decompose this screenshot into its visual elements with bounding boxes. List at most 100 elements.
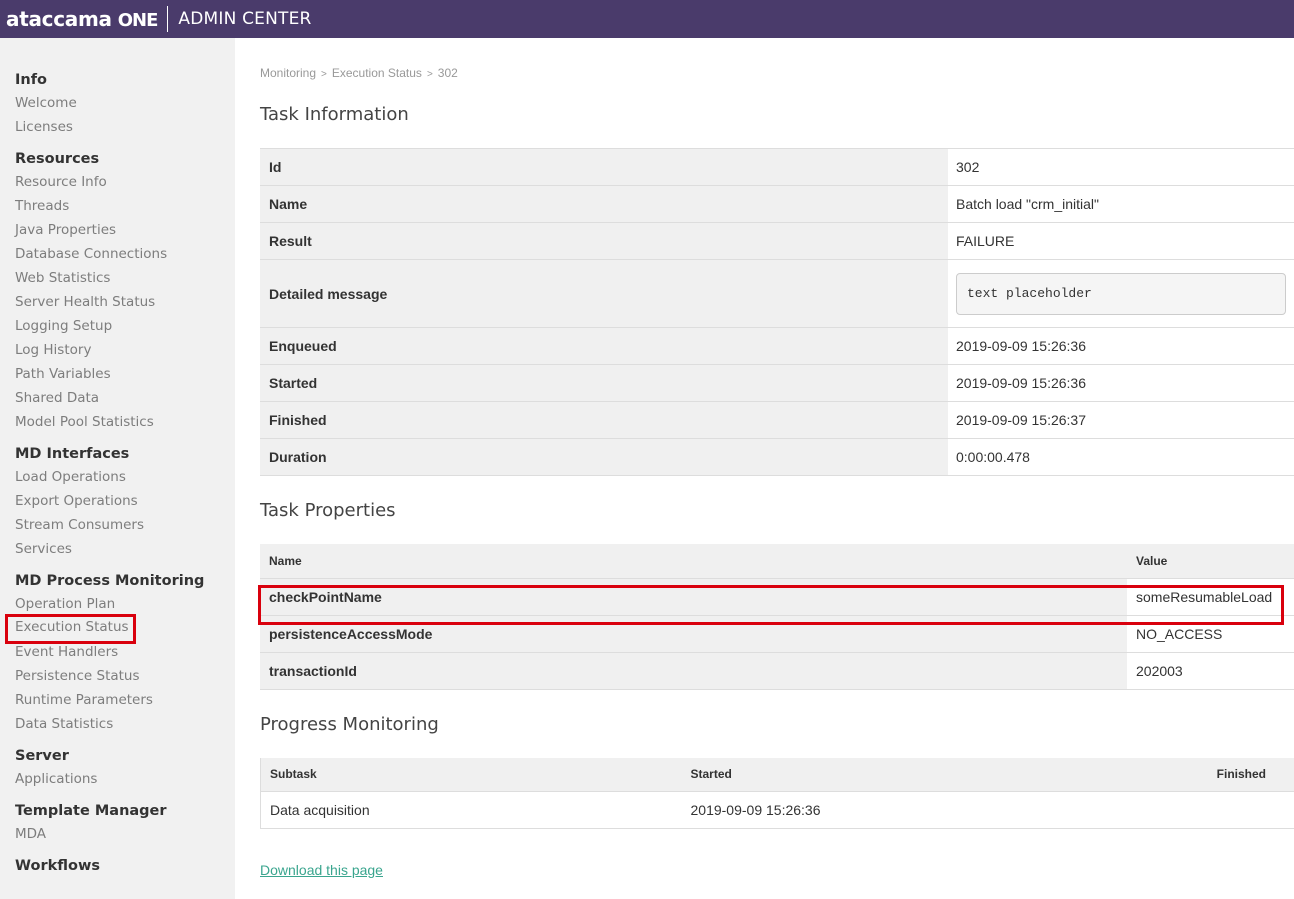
download-page-link[interactable]: Download this page	[260, 862, 383, 878]
column-header-finished: Finished	[1059, 757, 1294, 792]
main-content: Monitoring > Execution Status >302 Task Inf…	[260, 38, 1294, 880]
sidebar-item-stream-consumers[interactable]: Stream Consumers	[15, 513, 235, 537]
sidebar-item-shared-data[interactable]: Shared Data	[15, 386, 235, 410]
column-header-subtask: Subtask	[260, 757, 682, 792]
breadcrumb-execution-status[interactable]: Execution Status	[332, 66, 422, 80]
top-bar: ataccama ONE ADMIN CENTER	[0, 0, 1294, 38]
sidebar-item-mda[interactable]: MDA	[15, 822, 235, 846]
table-row: Name Batch load "crm_initial"	[260, 185, 1294, 223]
sidebar-group-template-manager: Template Manager MDA	[15, 800, 235, 846]
breadcrumb-separator: >	[426, 69, 433, 80]
logo-text: ataccama	[6, 7, 112, 31]
subtask-name: Data acquisition	[260, 791, 682, 829]
row-label: Detailed message	[260, 259, 948, 328]
row-value: 2019-09-09 15:26:37	[948, 401, 1294, 439]
sidebar-item-java-properties[interactable]: Java Properties	[15, 218, 235, 242]
sidebar-item-execution-status[interactable]: Execution Status	[5, 614, 136, 644]
sidebar-heading: MD Process Monitoring	[15, 573, 205, 589]
column-header-started: Started	[681, 757, 1060, 792]
property-name: checkPointName	[260, 578, 1127, 616]
sidebar-item-server-health-status[interactable]: Server Health Status	[15, 290, 235, 314]
row-value: 2019-09-09 15:26:36	[948, 327, 1294, 365]
ataccama-logo[interactable]: ataccama ONE	[6, 7, 159, 31]
sidebar-item-event-handlers[interactable]: Event Handlers	[15, 640, 235, 664]
table-row: Enqueued 2019-09-09 15:26:36	[260, 327, 1294, 365]
row-value: 0:00:00.478	[948, 438, 1294, 476]
sidebar-item-persistence-status[interactable]: Persistence Status	[15, 664, 235, 688]
sidebar-heading: MD Interfaces	[15, 446, 130, 462]
breadcrumb-separator: >	[321, 69, 327, 80]
detailed-message-box[interactable]: text placeholder	[956, 272, 1286, 315]
table-row: Result FAILURE	[260, 222, 1294, 260]
progress-monitoring-title: Progress Monitoring	[260, 713, 439, 735]
sidebar-item-runtime-parameters[interactable]: Runtime Parameters	[15, 688, 235, 712]
table-row: Detailed message text placeholder	[260, 259, 1294, 328]
row-value: FAILURE	[948, 222, 1294, 260]
breadcrumb: Monitoring > Execution Status >302	[260, 66, 1294, 80]
app-title: ADMIN CENTER	[178, 9, 312, 29]
table-row: transactionId 202003	[260, 652, 1294, 690]
sidebar-group-resources: Resources Resource Info Threads Java Pro…	[15, 148, 235, 434]
task-information-title: Task Information	[260, 104, 409, 125]
row-label: Result	[260, 222, 948, 260]
sidebar-item-database-connections[interactable]: Database Connections	[15, 242, 235, 266]
sidebar-heading: Resources	[15, 151, 100, 167]
table-row: checkPointName someResumableLoad	[260, 578, 1294, 616]
sidebar-item-logging-setup[interactable]: Logging Setup	[15, 314, 235, 338]
row-value: Batch load "crm_initial"	[948, 185, 1294, 223]
sidebar-item-threads[interactable]: Threads	[15, 194, 235, 218]
task-properties-title: Task Properties	[260, 500, 396, 521]
sidebar-heading: Template Manager	[15, 803, 167, 819]
row-value: text placeholder	[948, 259, 1294, 328]
sidebar-item-path-variables[interactable]: Path Variables	[15, 362, 235, 386]
row-label: Finished	[260, 401, 948, 439]
sidebar-group-md-interfaces: MD Interfaces Load Operations Export Ope…	[15, 443, 235, 561]
sidebar-item-export-operations[interactable]: Export Operations	[15, 489, 235, 513]
sidebar-item-log-history[interactable]: Log History	[15, 338, 235, 362]
sidebar-item-licenses[interactable]: Licenses	[15, 115, 235, 139]
sidebar-heading: Server	[15, 748, 69, 764]
column-header-value: Value	[1127, 544, 1294, 579]
table-row: Finished 2019-09-09 15:26:37	[260, 401, 1294, 439]
sidebar-item-web-statistics[interactable]: Web Statistics	[15, 266, 235, 290]
row-value: 302	[948, 148, 1294, 186]
row-value: 2019-09-09 15:26:36	[948, 364, 1294, 402]
column-header-name: Name	[260, 544, 1127, 579]
sidebar: Info Welcome Licenses Resources Resource…	[0, 38, 235, 899]
subtask-started: 2019-09-09 15:26:36	[681, 791, 1060, 829]
sidebar-heading: Workflows	[15, 858, 100, 874]
sidebar-item-welcome[interactable]: Welcome	[15, 91, 235, 115]
sidebar-item-operation-plan[interactable]: Operation Plan	[15, 592, 235, 616]
table-row: Data acquisition 2019-09-09 15:26:36	[260, 791, 1294, 829]
property-value: NO_ACCESS	[1127, 615, 1294, 653]
sidebar-group-workflows: Workflows	[15, 855, 235, 877]
task-information-table: Id 302 Name Batch load "crm_initial" Resul…	[260, 148, 1294, 476]
header-divider	[167, 6, 169, 32]
property-name: persistenceAccessMode	[260, 615, 1127, 653]
logo-suffix: ONE	[117, 10, 159, 31]
row-label: Id	[260, 148, 948, 186]
property-name: transactionId	[260, 652, 1127, 690]
progress-monitoring-table: Subtask Started Finished Data acquisition 2…	[260, 757, 1294, 829]
sidebar-group-server: Server Applications	[15, 745, 235, 791]
property-value: someResumableLoad	[1127, 578, 1294, 616]
sidebar-group-md-process-monitoring: MD Process Monitoring Operation Plan Exe…	[5, 570, 235, 736]
sidebar-item-load-operations[interactable]: Load Operations	[15, 465, 235, 489]
sidebar-item-data-statistics[interactable]: Data Statistics	[15, 712, 235, 736]
task-properties-table: Name Value checkPointName someResumableLoa…	[260, 544, 1294, 690]
breadcrumb-current: 302	[437, 66, 458, 80]
table-row: Id 302	[260, 148, 1294, 186]
breadcrumb-monitoring[interactable]: Monitoring	[260, 66, 316, 80]
sidebar-group-info: Info Welcome Licenses	[15, 69, 235, 139]
sidebar-item-applications[interactable]: Applications	[15, 767, 235, 791]
row-label: Duration	[260, 438, 948, 476]
sidebar-item-model-pool-statistics[interactable]: Model Pool Statistics	[15, 410, 235, 434]
row-label: Enqueued	[260, 327, 948, 365]
sidebar-item-services[interactable]: Services	[15, 537, 235, 561]
sidebar-item-resource-info[interactable]: Resource Info	[15, 170, 235, 194]
sidebar-heading: Info	[15, 72, 47, 88]
table-header-row: Name Value	[260, 544, 1294, 579]
row-label: Started	[260, 364, 948, 402]
property-value: 202003	[1127, 652, 1294, 690]
table-row: Started 2019-09-09 15:26:36	[260, 364, 1294, 402]
